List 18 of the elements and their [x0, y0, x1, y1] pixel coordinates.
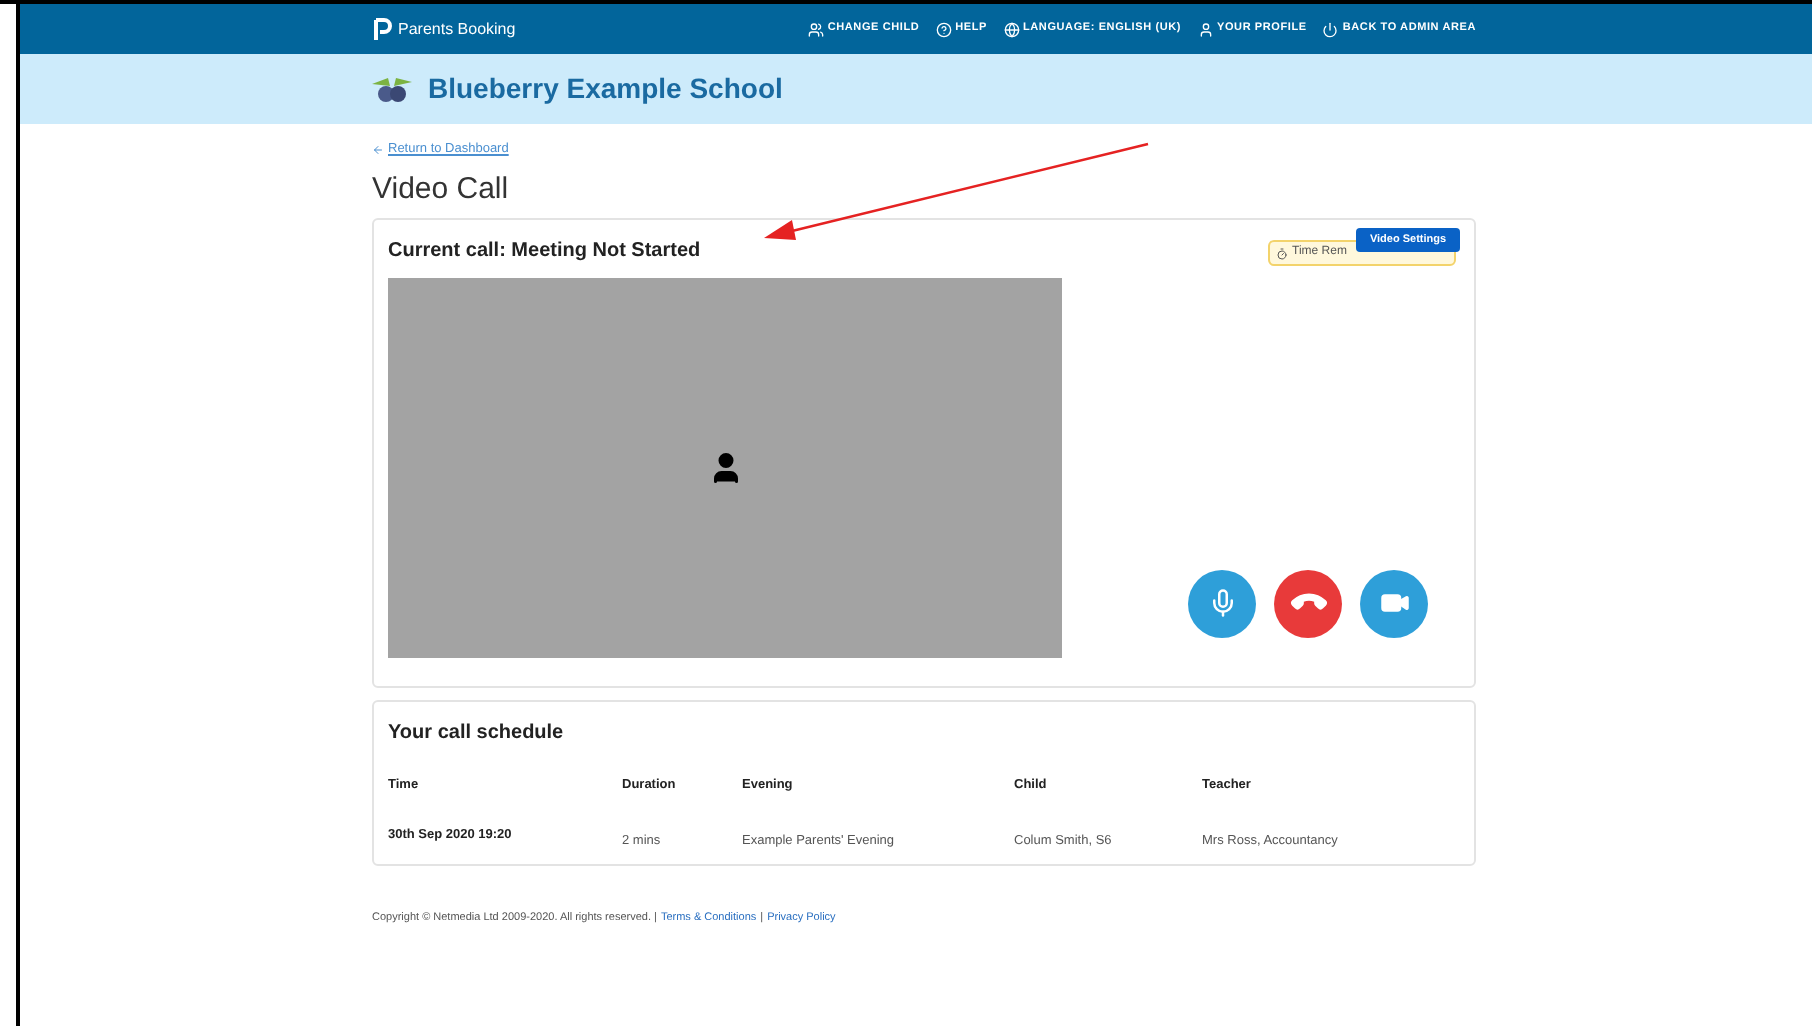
hang-up-button[interactable]	[1274, 569, 1342, 638]
people-icon	[807, 21, 824, 37]
microphone-button[interactable]	[1188, 569, 1256, 638]
camera-button[interactable]	[1360, 569, 1428, 638]
logo-icon	[372, 17, 392, 41]
page-title: Video Call	[372, 169, 511, 210]
schedule-heading: Your call schedule	[388, 719, 566, 748]
back-arrow-icon	[372, 143, 384, 156]
blueberry-logo-icon	[372, 75, 412, 103]
brand-name: Parents Booking	[398, 17, 516, 41]
timer-icon	[1276, 247, 1288, 260]
globe-icon	[1003, 21, 1019, 37]
help-icon	[935, 21, 952, 37]
school-name: Blueberry Example School	[428, 70, 783, 108]
call-status-heading: Current call: Meeting Not Started	[388, 237, 701, 266]
microphone-icon	[1207, 588, 1237, 619]
power-icon	[1322, 21, 1339, 37]
person-icon	[1197, 21, 1214, 37]
